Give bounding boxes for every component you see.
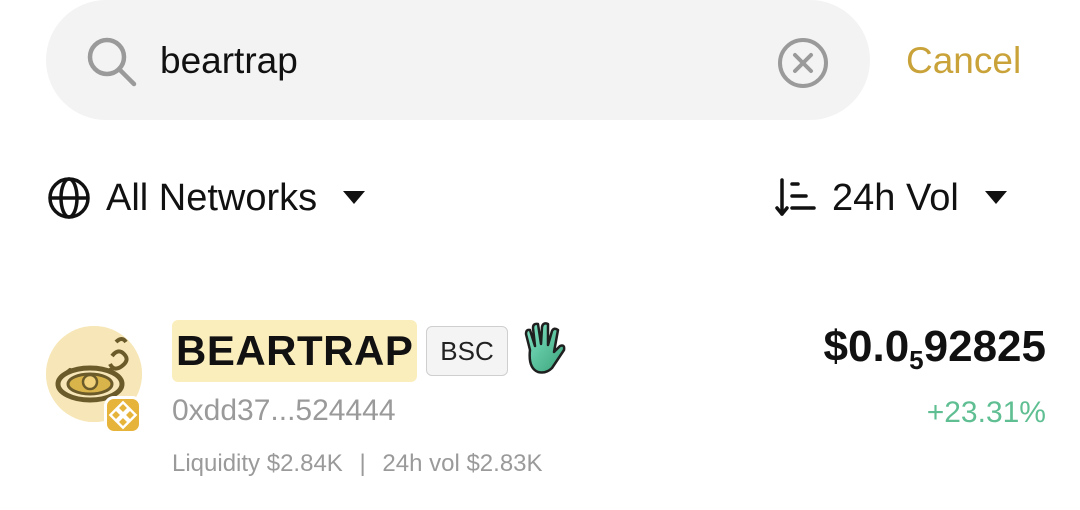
search-icon — [87, 37, 137, 87]
network-filter[interactable]: All Networks — [46, 172, 366, 224]
price-zero-count: 5 — [909, 345, 924, 375]
liquidity-label: Liquidity — [172, 450, 261, 477]
volume-value: $2.83K — [466, 450, 543, 477]
network-filter-label: All Networks — [106, 176, 318, 219]
token-name: BEARTRAP — [172, 320, 418, 382]
search-input[interactable] — [160, 38, 720, 84]
sort-icon — [775, 178, 816, 216]
bnb-chain-icon — [104, 396, 142, 434]
clear-icon[interactable] — [776, 36, 830, 90]
price-change: +23.31% — [926, 396, 1046, 429]
sort-filter[interactable]: 24h Vol — [774, 172, 1007, 224]
volume-label: 24h vol — [382, 450, 460, 477]
caret-down-icon — [984, 191, 1007, 204]
globe-icon — [48, 177, 90, 219]
token-address: 0xdd37...524444 — [172, 394, 396, 427]
token-list-item[interactable]: BEARTRAP BSC 0xdd37...524444 Liquidity $… — [46, 316, 1046, 486]
caret-down-icon — [343, 191, 366, 204]
price-digits: 92825 — [923, 322, 1046, 371]
token-price: $0.0592825 — [824, 322, 1046, 376]
token-stats: Liquidity $2.84K | 24h vol $2.83K — [172, 450, 543, 478]
price-prefix: $0.0 — [823, 322, 910, 371]
cancel-button[interactable]: Cancel — [906, 38, 1021, 84]
token-avatar — [46, 326, 142, 434]
sort-filter-label: 24h Vol — [832, 176, 959, 219]
hand-icon — [524, 322, 566, 374]
network-badge: BSC — [426, 326, 508, 376]
stats-separator: | — [359, 450, 366, 477]
liquidity-value: $2.84K — [266, 450, 343, 477]
